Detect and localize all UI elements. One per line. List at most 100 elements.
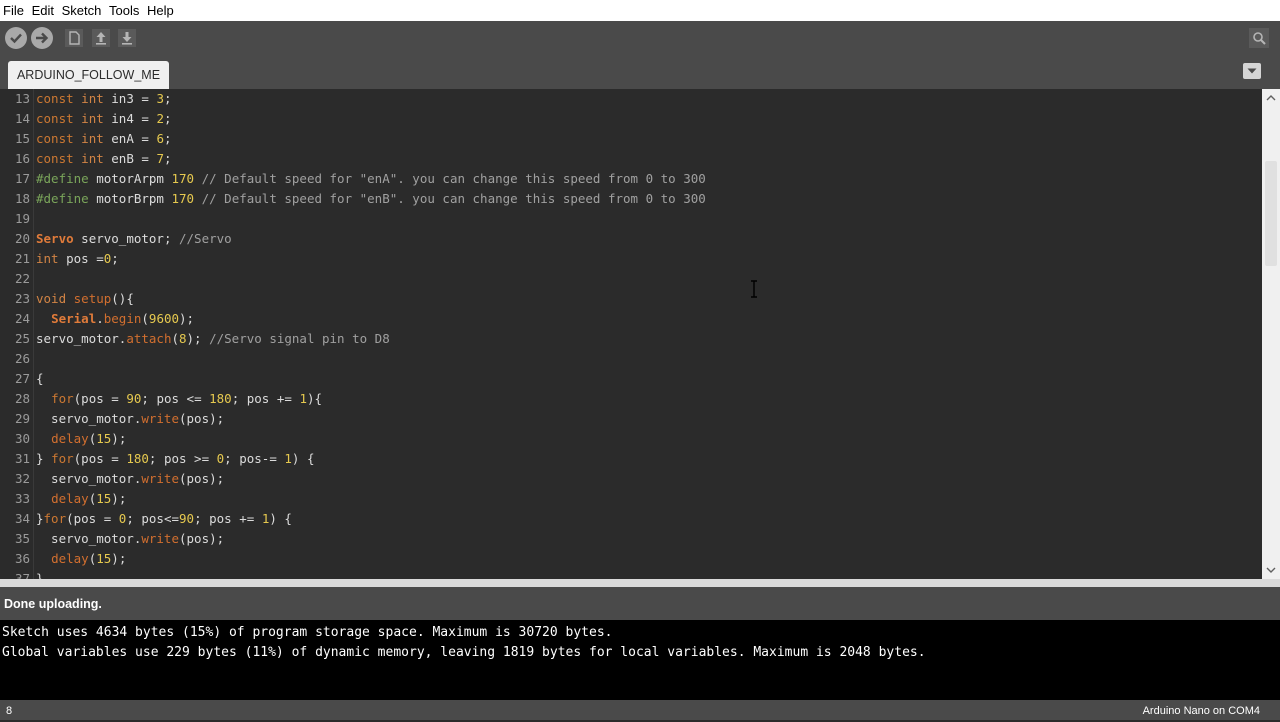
- code-token: delay: [51, 491, 89, 506]
- code-lines: 13 const int in3 = 3; 14 const int in4 = 2;…: [0, 89, 1262, 579]
- line-number: 20: [14, 231, 30, 246]
- code-token: motorArpm: [88, 171, 172, 186]
- verify-button[interactable]: [5, 27, 27, 49]
- serial-monitor-button[interactable]: [1248, 27, 1270, 49]
- code-token: (: [141, 311, 149, 326]
- board-port-label: Arduino Nano on COM4: [1142, 705, 1260, 717]
- tab-arduino-follow-me[interactable]: ARDUINO_FOLLOW_ME: [8, 61, 169, 89]
- code-line: 32 servo_motor.write(pos);: [0, 469, 1262, 489]
- menu-file[interactable]: File: [0, 0, 24, 21]
- upload-button[interactable]: [31, 27, 53, 49]
- line-number: 31: [14, 451, 30, 466]
- code-token: ; pos +=: [194, 511, 262, 526]
- code-token: }: [36, 511, 44, 526]
- line-number: 14: [14, 111, 30, 126]
- code-token: servo_motor.: [36, 471, 142, 486]
- menu-sketch[interactable]: Sketch: [58, 0, 102, 21]
- menu-bar: File Edit Sketch Tools Help: [0, 0, 1280, 21]
- code-token: );: [186, 331, 210, 346]
- line-number: 35: [14, 531, 30, 546]
- scrollbar-thumb[interactable]: [1265, 161, 1277, 266]
- open-button[interactable]: [90, 27, 112, 49]
- code-token: pos =: [58, 251, 104, 266]
- save-button[interactable]: [116, 27, 138, 49]
- menu-tools[interactable]: Tools: [105, 0, 139, 21]
- line-number: 27: [14, 371, 30, 386]
- line-number: 17: [14, 171, 30, 186]
- code-token: in3 =: [103, 91, 157, 106]
- line-number: 25: [14, 331, 30, 346]
- code-token: begin: [103, 311, 142, 326]
- code-line: 25 servo_motor.attach(8); //Servo signal …: [0, 329, 1262, 349]
- code-token: 8: [179, 331, 187, 346]
- code-token: motorBrpm: [88, 191, 172, 206]
- tab-strip: ARDUINO_FOLLOW_ME: [0, 55, 1280, 89]
- line-number: 23: [14, 291, 30, 306]
- code-line: 26: [0, 349, 1262, 369]
- code-token: const: [36, 111, 74, 126]
- footer-bar: 8 Arduino Nano on COM4: [0, 700, 1280, 720]
- code-token: );: [111, 551, 127, 566]
- code-token: #define: [36, 171, 89, 186]
- code-token: servo_motor.: [36, 531, 142, 546]
- code-token: servo_motor.: [36, 411, 142, 426]
- code-token: int: [81, 111, 104, 126]
- code-token: (pos);: [179, 531, 225, 546]
- tab-menu-button[interactable]: [1243, 63, 1261, 79]
- scroll-down-icon[interactable]: [1265, 564, 1277, 576]
- code-line: 33 delay(15);: [0, 489, 1262, 509]
- code-token: servo_motor.: [36, 331, 127, 346]
- new-sketch-button[interactable]: [63, 27, 85, 49]
- save-icon: [118, 29, 136, 47]
- line-number: 22: [14, 271, 30, 286]
- code-line: 31} for(pos = 180; pos >= 0; pos-= 1) {: [0, 449, 1262, 469]
- code-token: const: [36, 131, 74, 146]
- code-token: (pos);: [179, 471, 225, 486]
- code-line: 24 Serial.begin(9600);: [0, 309, 1262, 329]
- code-token: }: [36, 571, 44, 579]
- code-token: 90: [179, 511, 195, 526]
- status-message: Done uploading.: [4, 597, 102, 611]
- code-line: 15 const int enA = 6;: [0, 129, 1262, 149]
- code-token: (){: [111, 291, 134, 306]
- console-output[interactable]: Sketch uses 4634 bytes (15%) of program …: [0, 620, 1280, 700]
- editor-vertical-scrollbar[interactable]: [1262, 89, 1280, 579]
- code-editor[interactable]: 13 const int in3 = 3; 14 const int in4 = 2;…: [0, 89, 1262, 579]
- code-token: 15: [96, 491, 112, 506]
- code-token: 1: [284, 451, 292, 466]
- code-token: ; pos >=: [148, 451, 217, 466]
- line-number: 26: [14, 351, 30, 366]
- code-token: ) {: [269, 511, 292, 526]
- code-token: write: [141, 411, 179, 426]
- scroll-up-icon[interactable]: [1265, 92, 1277, 104]
- code-token: 3: [156, 91, 164, 106]
- code-token: 170: [171, 171, 195, 186]
- line-number: 30: [14, 431, 30, 446]
- code-token: 15: [96, 551, 112, 566]
- code-line: 35 servo_motor.write(pos);: [0, 529, 1262, 549]
- editor-console-splitter[interactable]: [0, 579, 1280, 587]
- code-token: int: [81, 91, 104, 106]
- code-token: 170: [171, 191, 195, 206]
- menu-help[interactable]: Help: [143, 0, 174, 21]
- menu-edit[interactable]: Edit: [28, 0, 54, 21]
- code-token: setup: [73, 291, 112, 306]
- code-line: 13 const int in3 = 3;: [0, 89, 1262, 109]
- code-token: ;: [163, 91, 172, 106]
- code-token: 180: [126, 451, 149, 466]
- verify-icon: [10, 33, 22, 44]
- line-number: 29: [14, 411, 30, 426]
- code-token: int: [81, 131, 104, 146]
- code-token: delay: [51, 431, 89, 446]
- code-token: delay: [51, 551, 89, 566]
- code-token: ;: [163, 111, 172, 126]
- code-line: 28 for(pos = 90; pos <= 180; pos += 1){: [0, 389, 1262, 409]
- code-line: 34}for(pos = 0; pos<=90; pos += 1) {: [0, 509, 1262, 529]
- console-line: Global variables use 229 bytes (11%) of …: [2, 645, 926, 660]
- code-token: (pos);: [179, 411, 225, 426]
- line-number: 28: [14, 391, 30, 406]
- code-line: 21 int pos =0;: [0, 249, 1262, 269]
